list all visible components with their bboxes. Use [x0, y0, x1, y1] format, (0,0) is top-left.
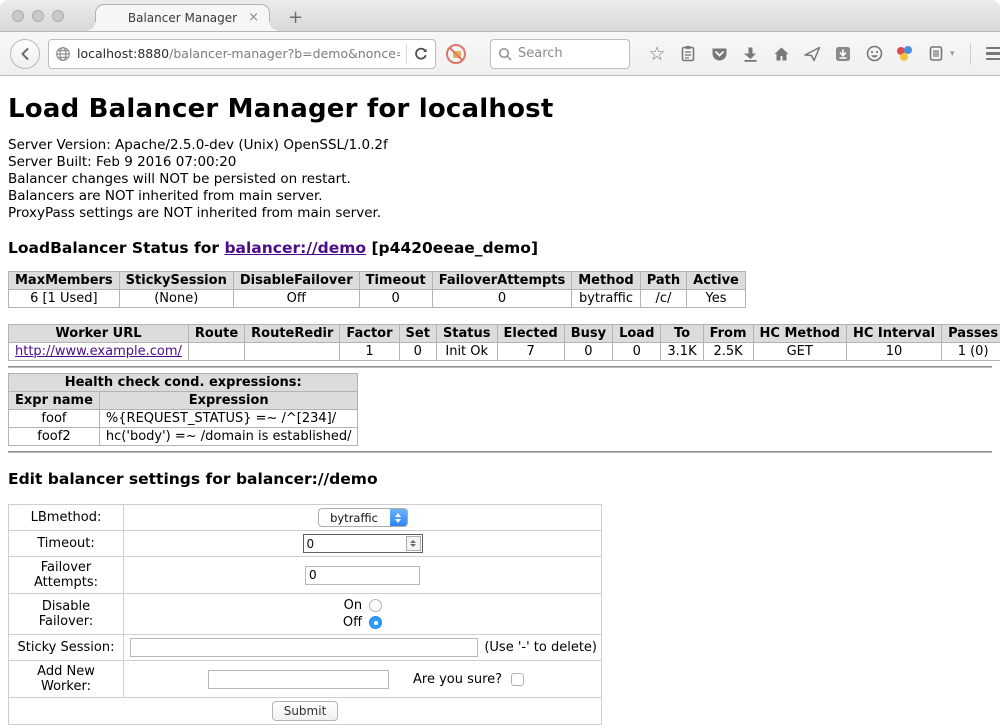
- balancer-status-row: 6 [1 Used] (None) Off 0 0 bytraffic /c/ …: [9, 290, 746, 308]
- failover-attempts-label: Failover Attempts:: [9, 557, 124, 594]
- sticky-session-hint: (Use '-' to delete): [484, 640, 597, 655]
- page-title: Load Balancer Manager for localhost: [8, 94, 992, 124]
- divider: [8, 451, 992, 453]
- worker-table: Worker URL Route RouteRedir Factor Set S…: [8, 324, 1000, 361]
- lbmethod-select[interactable]: bytraffic: [318, 508, 408, 527]
- balancer-demo-link[interactable]: balancer://demo: [224, 239, 366, 257]
- dropdown-caret-icon[interactable]: ▾: [950, 49, 955, 59]
- reload-icon[interactable]: [413, 46, 429, 62]
- health-check-row: foof2 hc('body') =~ /domain is establish…: [9, 428, 358, 446]
- lbmethod-row: LBmethod: bytraffic: [9, 505, 602, 531]
- server-built-line: Server Built: Feb 9 2016 07:00:20: [8, 154, 992, 171]
- worker-row: http://www.example.com/ 1 0 Init Ok 7 0 …: [9, 343, 1000, 361]
- divider: [8, 366, 992, 368]
- colors-icon[interactable]: [896, 45, 914, 63]
- tab-bar: Balancer Manager × +: [0, 0, 1000, 32]
- blocked-plugin-icon[interactable]: [444, 42, 468, 66]
- urlbar-divider: [406, 44, 407, 64]
- failover-off-radio[interactable]: [369, 616, 382, 629]
- balancer-status-table: MaxMembers StickySession DisableFailover…: [8, 271, 746, 308]
- timeout-row: Timeout: 0: [9, 531, 602, 557]
- inherit-note-line: Balancers are NOT inherited from main se…: [8, 188, 992, 205]
- navigation-toolbar: localhost:8880/balancer-manager?b=demo&n…: [0, 32, 1000, 76]
- menu-icon[interactable]: [986, 47, 1000, 61]
- page-content: Load Balancer Manager for localhost Serv…: [0, 94, 1000, 728]
- search-icon: [498, 47, 512, 61]
- failover-attempts-row: Failover Attempts:: [9, 557, 602, 594]
- tab-title: Balancer Manager: [128, 11, 237, 25]
- add-worker-label: Add New Worker:: [9, 661, 124, 698]
- health-check-title-row: Health check cond. expressions:: [9, 374, 358, 392]
- submit-button[interactable]: Submit: [272, 701, 339, 721]
- disable-failover-radios: On Off: [343, 597, 382, 631]
- toolbar-icons: ☆ ▾: [648, 43, 1000, 65]
- worker-url-link[interactable]: http://www.example.com/: [15, 344, 182, 359]
- toolbar-separator: [970, 43, 971, 65]
- loadbalancer-status-heading: LoadBalancer Status for balancer://demo …: [8, 239, 992, 257]
- save-page-icon[interactable]: [834, 45, 852, 63]
- tab-close-icon[interactable]: ×: [248, 10, 259, 25]
- timeout-label: Timeout:: [9, 531, 124, 557]
- back-button[interactable]: [10, 39, 40, 69]
- worker-header-row: Worker URL Route RouteRedir Factor Set S…: [9, 325, 1000, 343]
- download-icon[interactable]: [741, 45, 759, 63]
- browser-window: Balancer Manager × + localhost:8880/bala…: [0, 0, 1000, 728]
- sticky-session-input[interactable]: [130, 638, 478, 657]
- health-check-header-row: Expr name Expression: [9, 392, 358, 410]
- home-icon[interactable]: [772, 45, 790, 63]
- sticky-session-label: Sticky Session:: [9, 635, 124, 661]
- back-icon: [17, 46, 33, 62]
- clipboard-icon[interactable]: [679, 45, 697, 63]
- number-spinner-icon[interactable]: [406, 536, 421, 551]
- failover-on-radio[interactable]: [369, 599, 382, 612]
- globe-icon: [55, 46, 71, 62]
- proxypass-note-line: ProxyPass settings are NOT inherited fro…: [8, 205, 992, 222]
- confirm-label: Are you sure?: [413, 672, 502, 687]
- bookmark-star-icon[interactable]: ☆: [648, 45, 666, 63]
- new-tab-button[interactable]: +: [288, 9, 303, 27]
- feedback-smiley-icon[interactable]: [865, 45, 883, 63]
- close-window-button[interactable]: [12, 10, 24, 22]
- edit-settings-heading: Edit balancer settings for balancer://de…: [8, 470, 992, 488]
- tab-balancer-manager[interactable]: Balancer Manager ×: [95, 4, 270, 31]
- url-bar[interactable]: localhost:8880/balancer-manager?b=demo&n…: [48, 39, 436, 69]
- server-version-line: Server Version: Apache/2.5.0-dev (Unix) …: [8, 137, 992, 154]
- select-stepper-icon[interactable]: [390, 509, 407, 526]
- disable-failover-row: Disable Failover: On Off: [9, 594, 602, 635]
- search-input[interactable]: [518, 46, 608, 61]
- lbmethod-label: LBmethod:: [9, 505, 124, 531]
- server-info: Server Version: Apache/2.5.0-dev (Unix) …: [8, 137, 992, 222]
- sticky-session-row: Sticky Session: (Use '-' to delete): [9, 635, 602, 661]
- failover-attempts-input[interactable]: [305, 566, 420, 585]
- add-worker-input[interactable]: [208, 670, 389, 689]
- url-text[interactable]: localhost:8880/balancer-manager?b=demo&n…: [77, 46, 400, 61]
- pocket-icon[interactable]: [710, 45, 728, 63]
- disable-failover-label: Disable Failover:: [9, 594, 124, 635]
- window-controls: [12, 10, 64, 22]
- persist-note-line: Balancer changes will NOT be persisted o…: [8, 171, 992, 188]
- balancer-status-header-row: MaxMembers StickySession DisableFailover…: [9, 272, 746, 290]
- minimize-window-button[interactable]: [32, 10, 44, 22]
- health-check-table: Health check cond. expressions: Expr nam…: [8, 373, 358, 446]
- health-check-row: foof %{REQUEST_STATUS} =~ /^[234]/: [9, 410, 358, 428]
- add-worker-row: Add New Worker: Are you sure?: [9, 661, 602, 698]
- confirm-checkbox[interactable]: [511, 673, 524, 686]
- send-icon[interactable]: [803, 45, 821, 63]
- container-icon[interactable]: [927, 45, 945, 63]
- search-bar[interactable]: [490, 39, 630, 69]
- edit-balancer-form: LBmethod: bytraffic Timeout: 0: [8, 504, 602, 725]
- timeout-input[interactable]: 0: [303, 534, 423, 553]
- submit-row: Submit: [9, 698, 602, 725]
- zoom-window-button[interactable]: [52, 10, 64, 22]
